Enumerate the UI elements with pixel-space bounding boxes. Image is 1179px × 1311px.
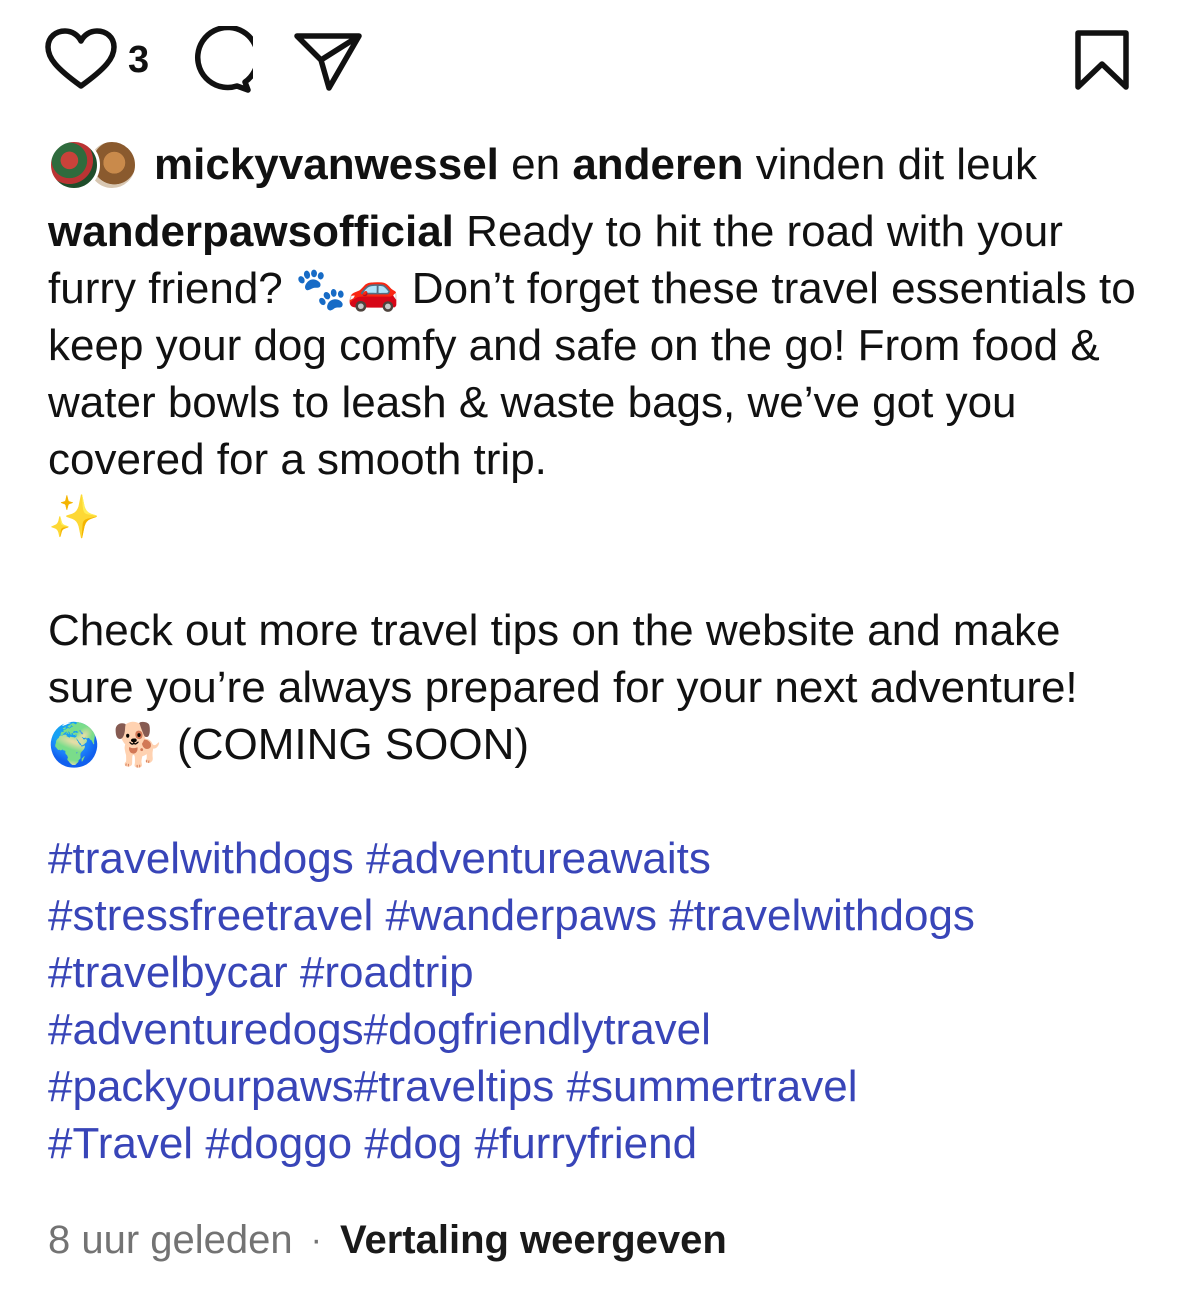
liked-by-connector: en	[498, 140, 573, 189]
paper-plane-icon	[294, 33, 362, 91]
hashtag[interactable]: #dog	[364, 1119, 462, 1168]
globe-emoji: 🌍	[48, 720, 101, 769]
hashtag[interactable]: #packyourpaws	[48, 1062, 354, 1111]
hashtag-block: #travelwithdogs #adventureawaits #stress…	[48, 830, 1139, 1172]
hashtag[interactable]: #furryfriend	[475, 1119, 698, 1168]
hashtag[interactable]: #travelwithdogs	[48, 834, 354, 883]
post-meta: 8 uur geleden · Vertaling weergeven	[48, 1212, 1139, 1268]
show-translation-link[interactable]: Vertaling weergeven	[340, 1218, 727, 1263]
caption-text: (COMING SOON)	[164, 720, 530, 769]
hashtag[interactable]: #roadtrip	[300, 948, 474, 997]
save-button[interactable]	[1073, 28, 1131, 92]
share-button[interactable]	[293, 28, 363, 92]
action-bar: 3	[44, 22, 1131, 98]
liked-by-others[interactable]: anderen	[572, 140, 743, 190]
liked-by-line[interactable]: mickyvanwessel en anderen vinden dit leu…	[48, 134, 1139, 196]
comment-icon	[195, 26, 254, 93]
meta-separator: ·	[310, 1220, 322, 1259]
sparkles-emoji: ✨	[48, 492, 101, 541]
caption-text: Check out more travel tips on the websit…	[48, 606, 1078, 712]
caption-username[interactable]: wanderpawsofficial	[48, 207, 454, 256]
hashtag[interactable]: #travelbycar	[48, 948, 288, 997]
hashtag[interactable]: #summertravel	[567, 1062, 858, 1111]
liker-avatars	[48, 137, 142, 193]
post-detail: 3 mickyvanwessel en anderen vinden dit l…	[0, 0, 1179, 1311]
avatar	[48, 139, 100, 191]
caption-paragraph-1: wanderpawsofficial Ready to hit the road…	[48, 203, 1139, 545]
hashtag[interactable]: #traveltips	[354, 1062, 555, 1111]
heart-icon	[45, 28, 117, 89]
comment-button[interactable]	[185, 26, 254, 94]
bookmark-icon	[1075, 30, 1129, 90]
like-count[interactable]: 3	[128, 39, 149, 82]
post-caption: wanderpawsofficial Ready to hit the road…	[48, 203, 1139, 1172]
hashtag[interactable]: #doggo	[205, 1119, 352, 1168]
caption-paragraph-2: Check out more travel tips on the websit…	[48, 602, 1139, 773]
hashtag[interactable]: #Travel	[48, 1119, 193, 1168]
hashtag[interactable]: #adventuredogs	[48, 1005, 364, 1054]
liked-by-suffix: vinden dit leuk	[743, 140, 1038, 189]
paw-prints-emoji: 🐾	[294, 264, 348, 313]
liker-username[interactable]: mickyvanwessel	[154, 140, 499, 190]
hashtag[interactable]: #travelwithdogs	[669, 891, 975, 940]
hashtag[interactable]: #dogfriendlytravel	[364, 1005, 711, 1054]
car-emoji: 🚗	[347, 264, 400, 313]
hashtag[interactable]: #adventureawaits	[366, 834, 711, 883]
dog-emoji: 🐕	[112, 720, 165, 769]
like-button[interactable]	[44, 28, 118, 92]
hashtag[interactable]: #wanderpaws	[385, 891, 657, 940]
hashtag[interactable]: #stressfreetravel	[48, 891, 373, 940]
post-timestamp: 8 uur geleden	[48, 1217, 293, 1262]
